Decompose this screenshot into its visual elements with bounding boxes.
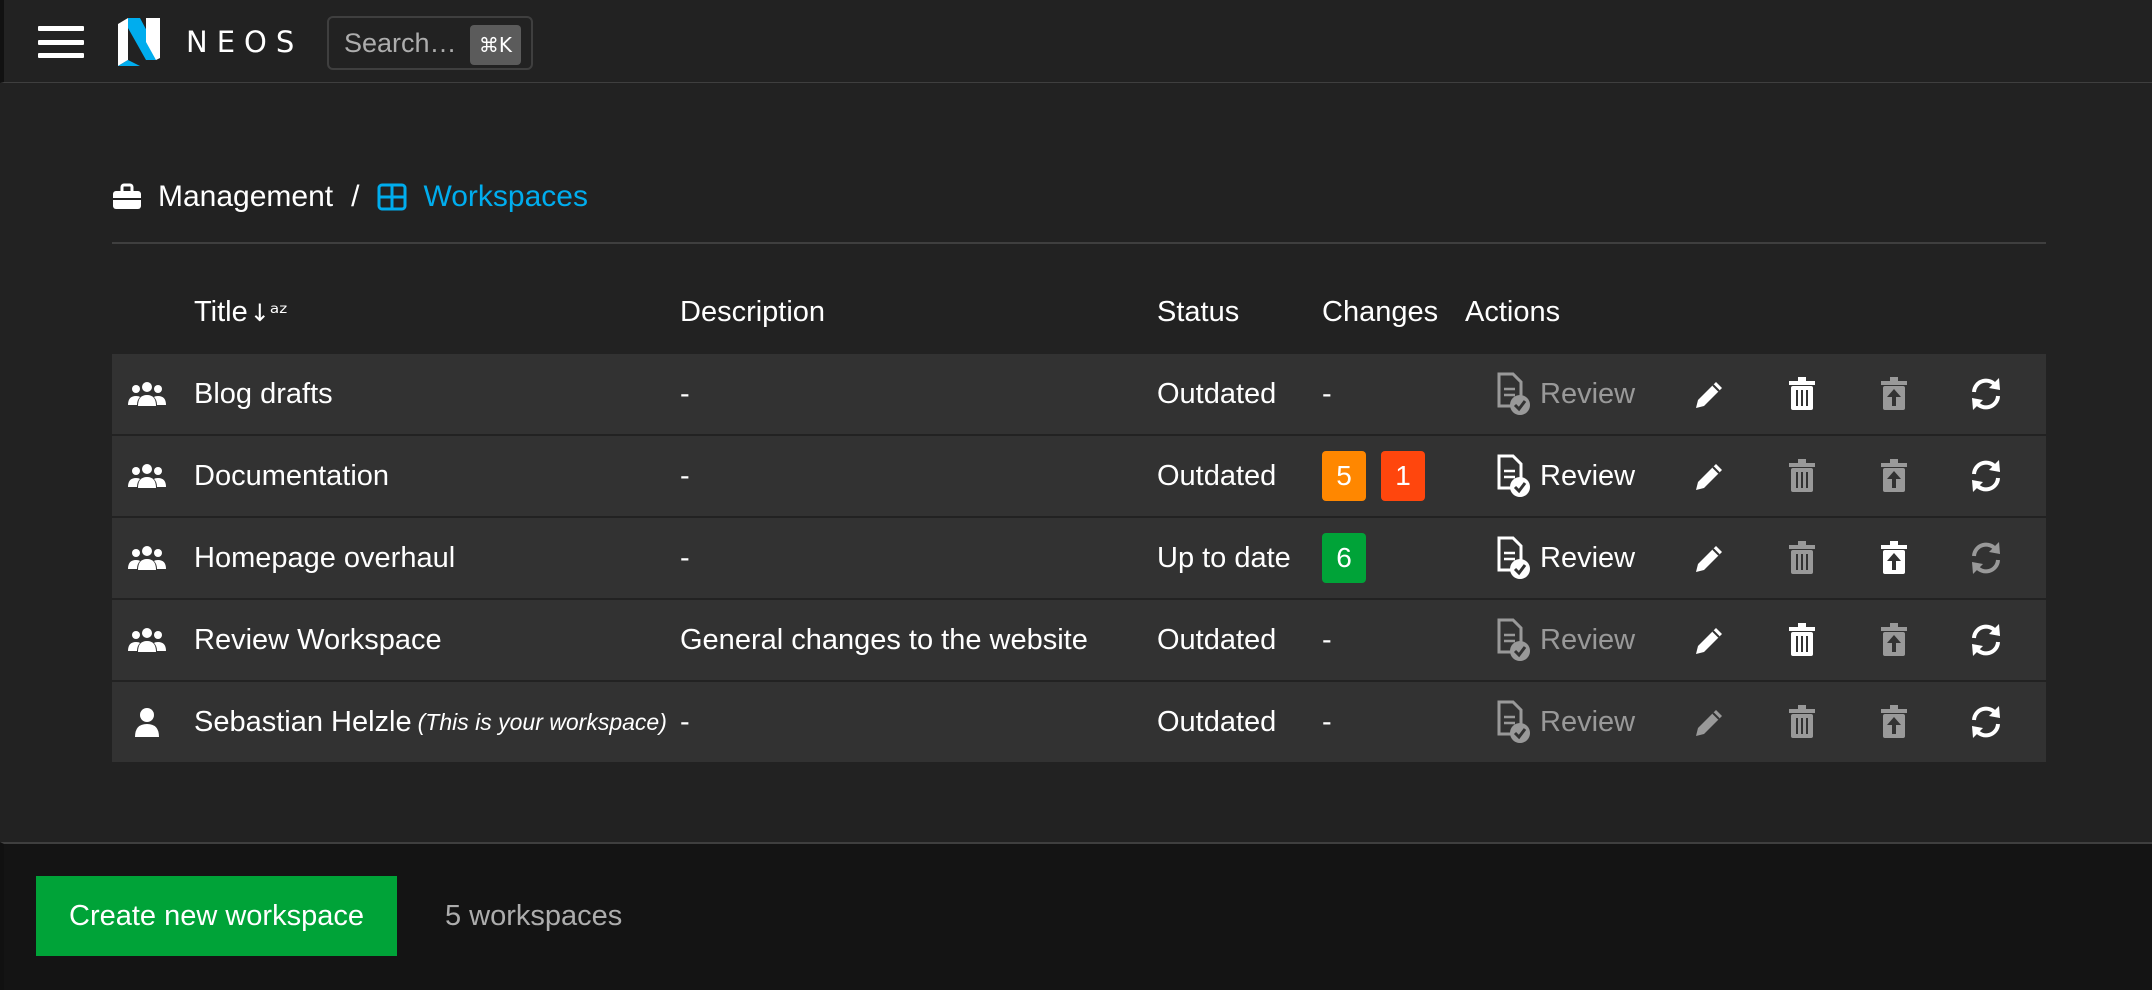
workspace-description: - <box>680 377 690 410</box>
trash-icon[interactable] <box>1782 538 1822 578</box>
workspace-description: - <box>680 705 690 738</box>
table-row: Documentation - Outdated 5 1 Review <box>112 436 2046 516</box>
sort-alpha-icon[interactable]: ↓ᵃᶻ <box>250 299 288 327</box>
pencil-icon[interactable] <box>1690 538 1730 578</box>
review-document-icon <box>1497 536 1530 579</box>
workspace-title-text: Documentation <box>194 459 390 492</box>
workspace-description: - <box>680 459 690 492</box>
top-bar: NEOS Search… ⌘K <box>0 0 2152 83</box>
table-row: Sebastian Helzle (This is your workspace… <box>112 682 2046 762</box>
search-input[interactable]: Search… ⌘K <box>327 16 533 70</box>
trash-icon[interactable] <box>1782 456 1822 496</box>
trash-icon[interactable] <box>1782 620 1822 660</box>
sync-icon[interactable] <box>1966 538 2006 578</box>
workspace-changes: - <box>1322 623 1332 656</box>
publish-icon[interactable] <box>1874 538 1914 578</box>
sync-icon[interactable] <box>1966 702 2006 742</box>
sync-icon[interactable] <box>1966 620 2006 660</box>
workspace-changes: 5 1 <box>1322 436 1440 516</box>
workspace-title: Review Workspace <box>194 600 442 680</box>
users-icon <box>128 354 168 434</box>
breadcrumb-separator: / <box>351 180 360 213</box>
users-icon <box>128 600 168 680</box>
review-button[interactable]: Review <box>1496 600 1635 680</box>
review-label: Review <box>1540 623 1636 656</box>
column-title-label: Title <box>194 296 248 328</box>
workspace-changes: - <box>1322 377 1332 410</box>
publish-icon[interactable] <box>1874 702 1914 742</box>
table-header: Title↓ᵃᶻ Description Status Changes Acti… <box>112 296 2046 336</box>
workspace-status: Outdated <box>1157 377 1277 410</box>
trash-icon[interactable] <box>1782 702 1822 742</box>
search-shortcut-badge: ⌘K <box>469 25 521 65</box>
trash-icon[interactable] <box>1782 374 1822 414</box>
briefcase-icon <box>113 183 141 209</box>
breadcrumb: Management / Workspaces <box>112 180 588 214</box>
column-changes: Changes <box>1322 296 1439 328</box>
workspace-status: Up to date <box>1157 541 1291 574</box>
grid-icon <box>377 183 407 211</box>
workspace-title: Blog drafts <box>194 354 333 434</box>
changes-removed-badge: 1 <box>1381 451 1425 501</box>
publish-icon[interactable] <box>1874 620 1914 660</box>
menu-icon[interactable] <box>38 26 84 58</box>
sync-icon[interactable] <box>1966 374 2006 414</box>
users-icon <box>128 436 168 516</box>
workspace-description: General changes to the website <box>680 623 1088 656</box>
column-actions: Actions <box>1465 296 1561 328</box>
breadcrumb-workspaces[interactable]: Workspaces <box>423 180 588 214</box>
breadcrumb-management[interactable]: Management <box>158 180 333 214</box>
workspace-changes: - <box>1322 705 1332 738</box>
workspace-changes: 6 <box>1322 518 1381 598</box>
workspace-title-text: Sebastian Helzle <box>194 705 412 738</box>
workspace-title: Documentation <box>194 436 389 516</box>
users-icon <box>128 518 168 598</box>
own-workspace-note: (This is your workspace) <box>417 708 667 735</box>
table-row: Homepage overhaul - Up to date 6 Review <box>112 518 2046 598</box>
neos-logo-icon[interactable] <box>116 18 162 66</box>
review-button[interactable]: Review <box>1496 518 1635 598</box>
publish-icon[interactable] <box>1874 374 1914 414</box>
divider <box>112 242 2046 244</box>
sync-icon[interactable] <box>1966 456 2006 496</box>
workspace-title-text: Homepage overhaul <box>194 541 456 574</box>
footer: Create new workspace 5 workspaces <box>0 842 2152 990</box>
changes-badge: 6 <box>1322 533 1366 583</box>
workspace-status: Outdated <box>1157 705 1277 738</box>
changes-new-badge: 5 <box>1322 451 1366 501</box>
pencil-icon[interactable] <box>1690 702 1730 742</box>
search-placeholder: Search… <box>344 27 457 58</box>
pencil-icon[interactable] <box>1690 620 1730 660</box>
publish-icon[interactable] <box>1874 456 1914 496</box>
user-icon <box>128 682 168 762</box>
workspace-title-text: Review Workspace <box>194 623 442 656</box>
workspace-description: - <box>680 541 690 574</box>
review-document-icon <box>1497 700 1530 743</box>
create-workspace-button[interactable]: Create new workspace <box>36 876 397 956</box>
review-label: Review <box>1540 459 1636 492</box>
pencil-icon[interactable] <box>1690 374 1730 414</box>
review-label: Review <box>1540 705 1636 738</box>
workspace-title: Sebastian Helzle (This is your workspace… <box>194 682 667 762</box>
review-button[interactable]: Review <box>1496 436 1635 516</box>
review-button[interactable]: Review <box>1496 682 1635 762</box>
pencil-icon[interactable] <box>1690 456 1730 496</box>
review-document-icon <box>1497 454 1530 497</box>
column-description: Description <box>680 296 826 328</box>
review-document-icon <box>1497 372 1530 415</box>
workspace-title-text: Blog drafts <box>194 377 333 410</box>
table-row: Blog drafts - Outdated - Review <box>112 354 2046 434</box>
review-button[interactable]: Review <box>1496 354 1635 434</box>
column-status: Status <box>1157 296 1240 328</box>
review-document-icon <box>1497 618 1530 661</box>
workspace-count: 5 workspaces <box>445 900 623 932</box>
logo-text: NEOS <box>186 25 304 59</box>
workspace-status: Outdated <box>1157 623 1277 656</box>
column-title[interactable]: Title↓ᵃᶻ <box>194 296 288 329</box>
workspace-status: Outdated <box>1157 459 1277 492</box>
workspace-title: Homepage overhaul <box>194 518 455 598</box>
review-label: Review <box>1540 377 1636 410</box>
review-label: Review <box>1540 541 1636 574</box>
table-row: Review Workspace General changes to the … <box>112 600 2046 680</box>
